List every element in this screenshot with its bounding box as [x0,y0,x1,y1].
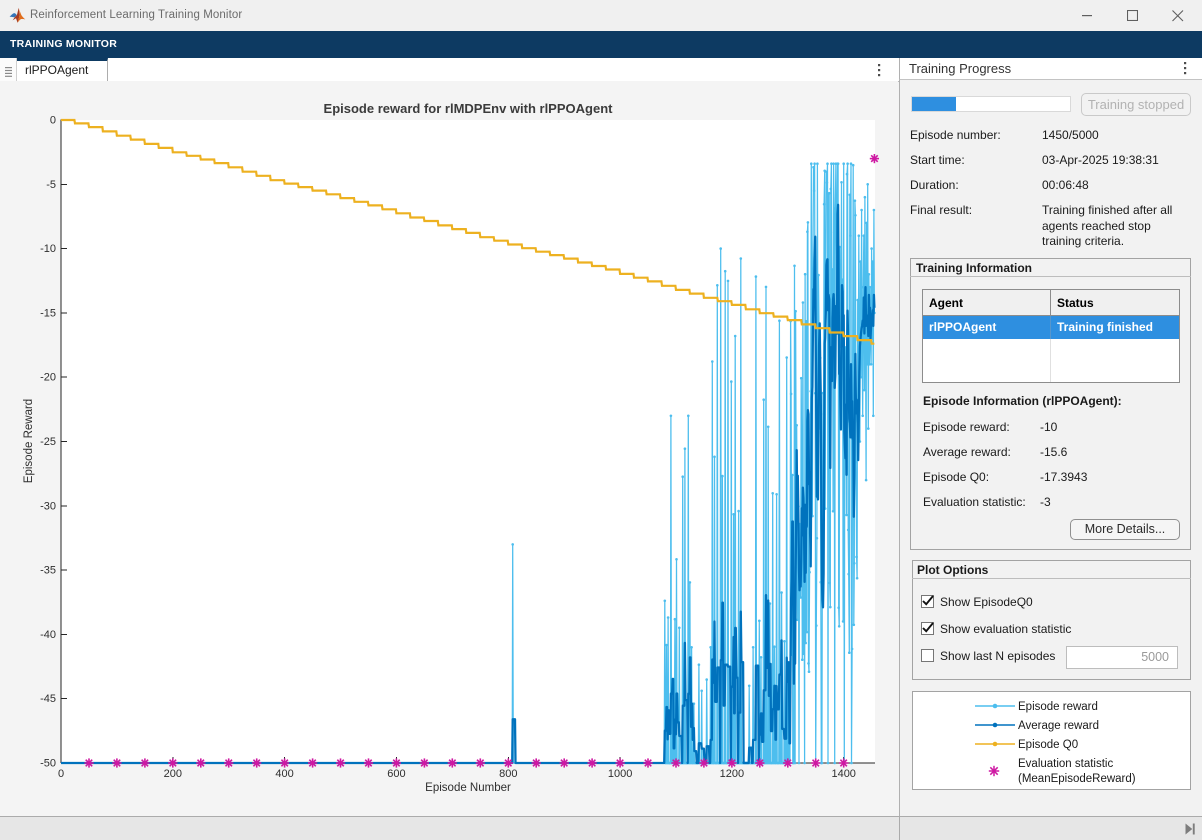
svg-text:Episode reward for rlMDPEnv wi: Episode reward for rlMDPEnv with rlPPOAg… [324,101,614,116]
svg-text:0: 0 [50,115,56,127]
svg-text:-35: -35 [40,565,56,577]
svg-text:1200: 1200 [720,768,744,780]
svg-text:-25: -25 [40,436,56,448]
svg-text:-20: -20 [40,372,56,384]
svg-text:Episode Number: Episode Number [425,782,511,794]
svg-text:Episode Reward: Episode Reward [23,399,35,483]
svg-text:400: 400 [275,768,293,780]
svg-text:-40: -40 [40,629,56,641]
svg-text:Episode reward: Episode reward [1018,701,1098,713]
svg-text:-15: -15 [40,307,56,319]
svg-text:1000: 1000 [608,768,632,780]
svg-text:1400: 1400 [831,768,855,780]
svg-text:Episode Q0: Episode Q0 [1018,739,1078,751]
svg-text:200: 200 [164,768,182,780]
svg-text:-30: -30 [40,500,56,512]
svg-text:-50: -50 [40,758,56,770]
svg-text:Average reward: Average reward [1018,720,1099,732]
svg-text:Evaluation statistic: Evaluation statistic [1018,758,1113,770]
svg-text:600: 600 [387,768,405,780]
svg-text:0: 0 [58,768,64,780]
svg-text:(MeanEpisodeReward): (MeanEpisodeReward) [1018,773,1136,785]
svg-text:-5: -5 [46,179,56,191]
svg-text:800: 800 [499,768,517,780]
svg-text:-10: -10 [40,243,56,255]
svg-text:-45: -45 [40,693,56,705]
